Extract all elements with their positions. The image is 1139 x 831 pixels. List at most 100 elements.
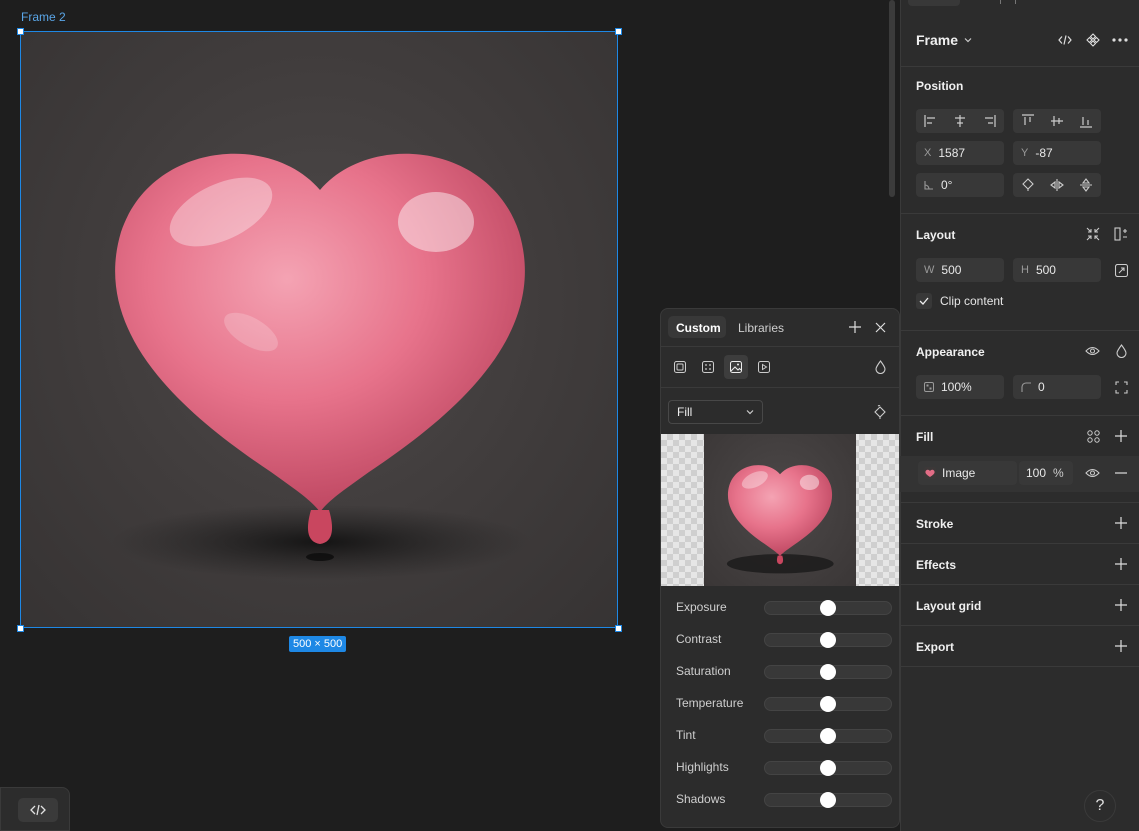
blend-mode-button[interactable] [1113, 343, 1129, 359]
effects-section-title: Effects [916, 558, 957, 572]
divider [900, 415, 1139, 416]
adjustment-row-contrast: Contrast [676, 630, 892, 650]
adjustment-row-exposure: Exposure [676, 598, 892, 618]
panel-tab-design[interactable] [908, 0, 960, 6]
add-auto-layout-button[interactable] [1113, 226, 1129, 242]
rotate-90-button[interactable] [1013, 173, 1042, 197]
adjustment-label: Highlights [676, 760, 729, 774]
close-popover-button[interactable] [873, 320, 887, 334]
help-button[interactable]: ? [1084, 790, 1116, 822]
add-layout-grid-button[interactable] [1113, 597, 1129, 613]
corner-radius-field[interactable]: 0 [1013, 375, 1101, 399]
slider-knob[interactable] [820, 792, 836, 808]
slider-knob[interactable] [820, 728, 836, 744]
blend-mode-button[interactable] [872, 358, 888, 376]
image-thumbnail-icon [924, 467, 936, 479]
slider-knob[interactable] [820, 696, 836, 712]
align-right-button[interactable] [975, 109, 1004, 133]
plus-icon [1115, 517, 1127, 529]
image-preview[interactable] [704, 434, 856, 586]
layout-grid-section-title: Layout grid [916, 599, 982, 613]
y-position-field[interactable]: Y -87 [1013, 141, 1101, 165]
corners-icon [1114, 380, 1128, 394]
clip-content-checkbox[interactable]: Clip content [916, 293, 1003, 309]
fill-visibility-button[interactable] [1084, 465, 1100, 481]
align-bottom-icon [1080, 117, 1093, 128]
independent-corners-button[interactable] [1113, 379, 1129, 395]
tab-libraries[interactable]: Libraries [738, 321, 784, 335]
tint-slider[interactable] [764, 728, 892, 744]
align-bottom-button[interactable] [1072, 109, 1101, 133]
fill-type-image[interactable] [724, 355, 748, 379]
temperature-slider[interactable] [764, 696, 892, 712]
height-field[interactable]: H 500 [1013, 258, 1101, 282]
align-horizontal-center-button[interactable] [945, 109, 974, 133]
resize-handle-top-left[interactable] [17, 28, 24, 35]
rotate-icon [874, 404, 886, 419]
x-position-field[interactable]: X 1587 [916, 141, 1004, 165]
highlights-slider[interactable] [764, 760, 892, 776]
fill-styles-button[interactable] [1085, 428, 1101, 444]
stroke-section-title: Stroke [916, 517, 954, 531]
opacity-value: 100% [941, 380, 972, 394]
position-section-title: Position [916, 79, 964, 93]
saturation-slider[interactable] [764, 664, 892, 680]
slider-knob[interactable] [820, 600, 836, 616]
resize-handle-bottom-left[interactable] [17, 625, 24, 632]
dev-mode-toggle[interactable] [18, 798, 58, 822]
more-options-button[interactable] [1111, 32, 1129, 48]
add-style-button[interactable] [848, 320, 862, 334]
adjustment-label: Contrast [676, 632, 722, 646]
fill-type-video[interactable] [754, 357, 774, 377]
slider-knob[interactable] [820, 760, 836, 776]
checkmark-icon [919, 297, 929, 305]
fill-type-solid[interactable] [670, 357, 690, 377]
toggle-visibility-button[interactable] [1084, 343, 1100, 359]
flip-vertical-icon [1080, 178, 1093, 192]
slider-knob[interactable] [820, 632, 836, 648]
exposure-slider[interactable] [764, 600, 892, 616]
fill-opacity-field[interactable]: 100 % [1019, 461, 1073, 485]
align-top-button[interactable] [1013, 109, 1042, 133]
shrink-to-fit-button[interactable] [1085, 226, 1101, 242]
divider [900, 666, 1139, 667]
divider [900, 66, 1139, 67]
plus-icon [1115, 558, 1127, 570]
add-stroke-button[interactable] [1113, 515, 1129, 531]
frame-2[interactable] [20, 31, 618, 628]
opacity-field[interactable]: 100% [916, 375, 1004, 399]
divider [900, 625, 1139, 626]
resize-to-fit-button[interactable] [1113, 262, 1129, 278]
frame-name-label[interactable]: Frame 2 [21, 10, 66, 24]
heart-balloon-image [111, 153, 531, 580]
image-fill-mode-select[interactable]: Fill [668, 400, 763, 424]
flip-horizontal-button[interactable] [1042, 173, 1071, 197]
align-left-button[interactable] [916, 109, 945, 133]
code-view-button[interactable] [1056, 32, 1074, 48]
tab-custom[interactable]: Custom [676, 321, 721, 335]
contrast-slider[interactable] [764, 632, 892, 648]
add-fill-button[interactable] [1113, 428, 1129, 444]
panel-tab-prototype[interactable] [1000, 0, 1016, 4]
layer-type-dropdown[interactable]: Frame [916, 32, 972, 48]
rotate-image-button[interactable] [872, 403, 888, 421]
add-export-button[interactable] [1113, 638, 1129, 654]
flip-vertical-button[interactable] [1072, 173, 1101, 197]
canvas-scrollbar[interactable] [889, 0, 895, 197]
shadows-slider[interactable] [764, 792, 892, 808]
adjustment-row-tint: Tint [676, 726, 892, 746]
resize-handle-bottom-right[interactable] [615, 625, 622, 632]
divider [661, 387, 899, 388]
fill-type-button[interactable]: Image [918, 461, 1017, 485]
rotation-field[interactable]: 0° [916, 173, 1004, 197]
fill-type-gradient[interactable] [698, 357, 718, 377]
align-vertical-center-button[interactable] [1042, 109, 1071, 133]
remove-fill-button[interactable] [1113, 465, 1129, 481]
resize-handle-top-right[interactable] [615, 28, 622, 35]
gradient-fill-icon [702, 361, 714, 373]
component-button[interactable] [1084, 32, 1102, 48]
slider-knob[interactable] [820, 664, 836, 680]
width-field[interactable]: W 500 [916, 258, 1004, 282]
add-effect-button[interactable] [1113, 556, 1129, 572]
align-middle-icon [1050, 116, 1063, 126]
